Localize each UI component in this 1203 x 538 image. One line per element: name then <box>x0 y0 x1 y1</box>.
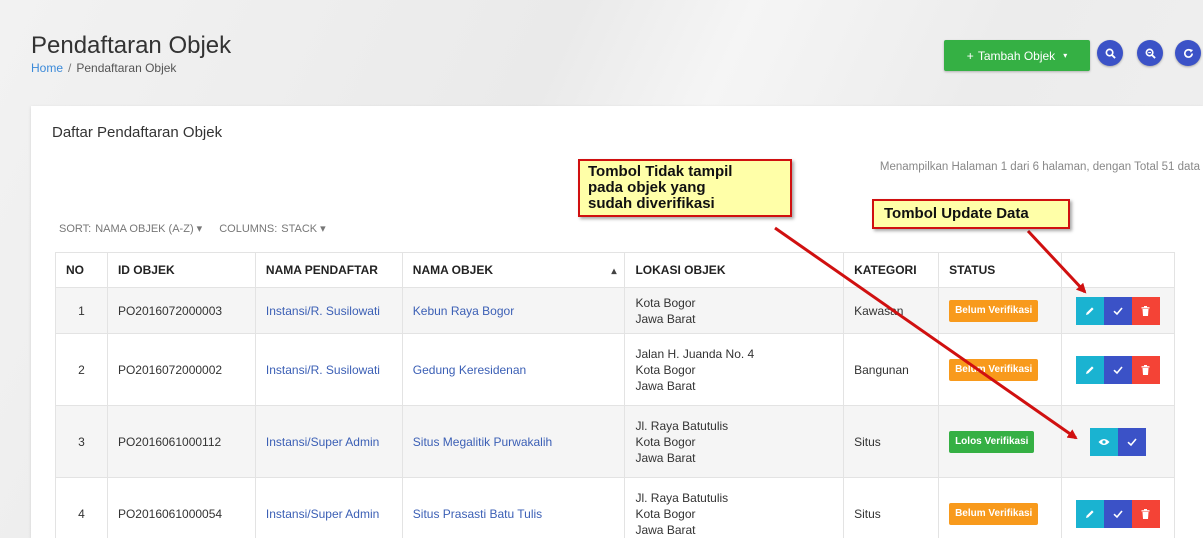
callout-hidden-button-note: Tombol Tidak tampil pada objek yang suda… <box>578 159 792 217</box>
callout-line: Tombol Tidak tampil <box>588 163 733 180</box>
arrow-hidden-button <box>774 226 1078 440</box>
arrow-update-button <box>1026 229 1087 294</box>
callout-line: pada objek yang <box>588 179 706 196</box>
callout-line: sudah diverifikasi <box>588 195 715 212</box>
callout-update-note: Tombol Update Data <box>872 199 1070 229</box>
annotation-arrows <box>774 226 1087 440</box>
